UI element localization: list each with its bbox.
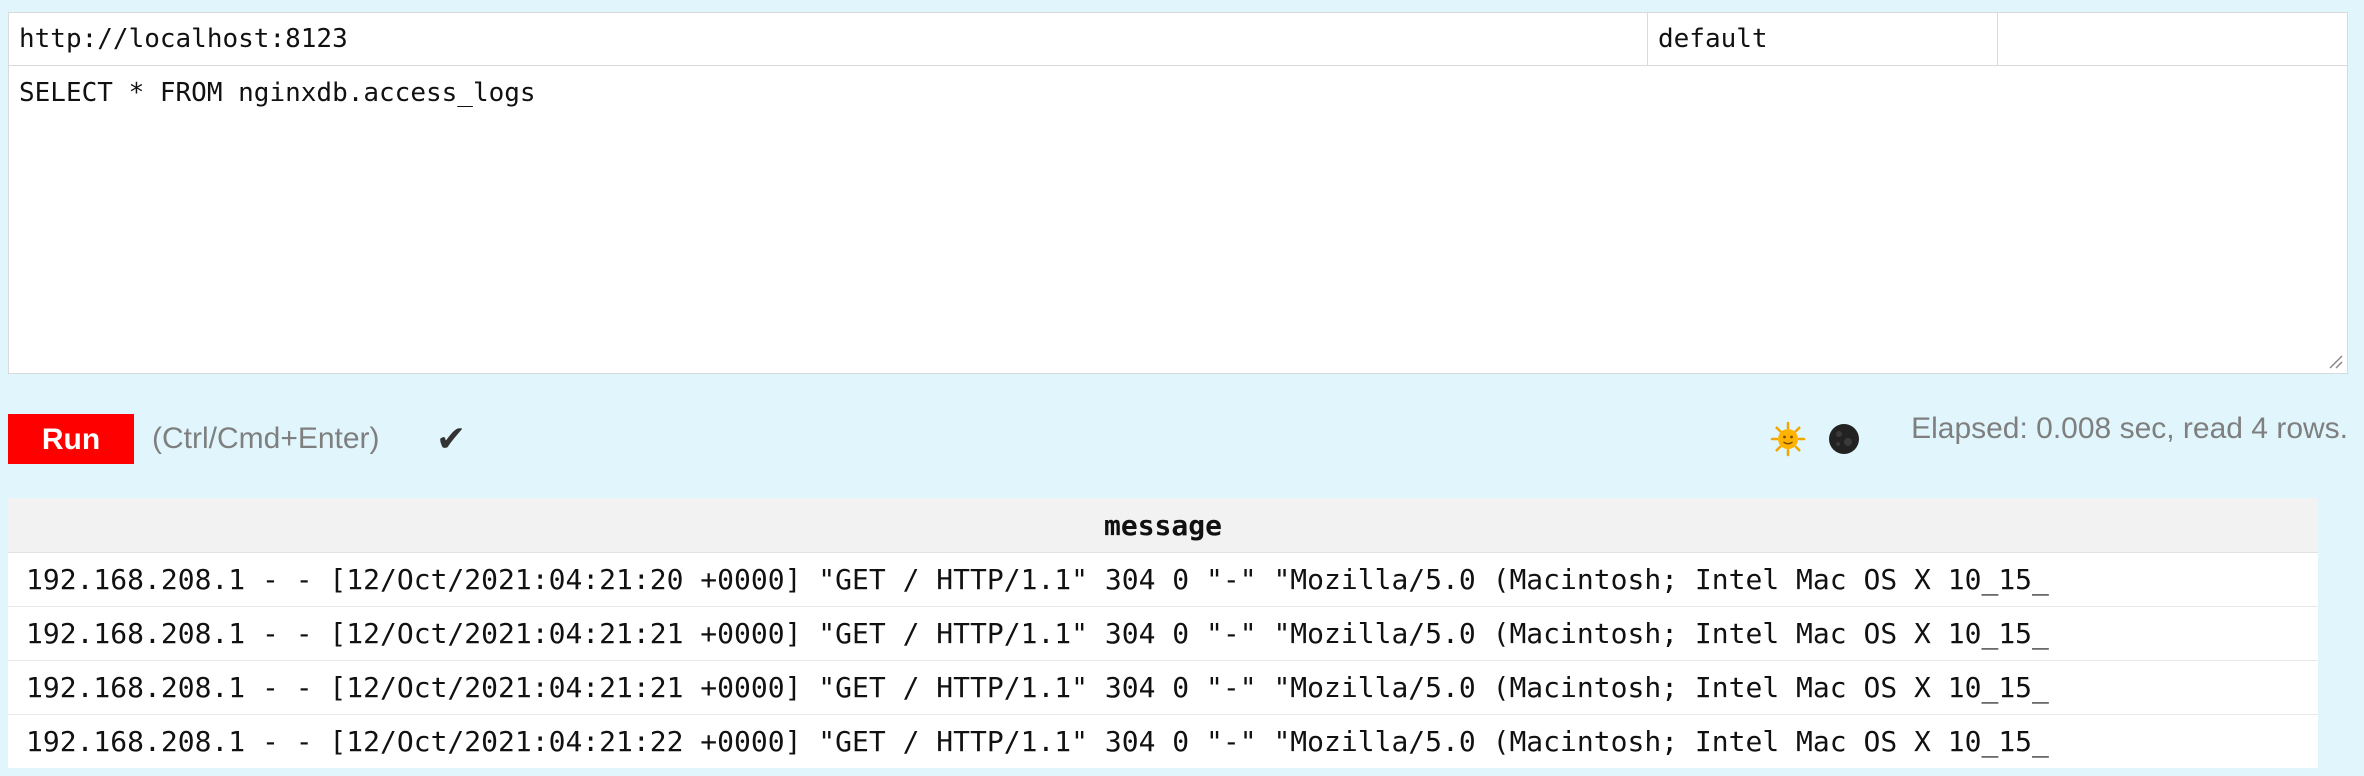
table-row: 192.168.208.1 - - [12/Oct/2021:04:21:21 … xyxy=(8,606,2318,661)
table-cell: 192.168.208.1 - - [12/Oct/2021:04:21:22 … xyxy=(8,714,2318,768)
url-input[interactable]: http://localhost:8123 xyxy=(8,12,1648,66)
table-cell: 192.168.208.1 - - [12/Oct/2021:04:21:21 … xyxy=(8,606,2318,661)
moon-icon[interactable] xyxy=(1826,421,1862,457)
resize-handle-icon[interactable] xyxy=(2327,353,2343,369)
query-text: SELECT * FROM nginxdb.access_logs xyxy=(19,78,536,108)
run-button[interactable]: Run xyxy=(8,414,134,464)
password-input[interactable] xyxy=(1998,12,2348,66)
column-header-message: message xyxy=(8,498,2318,553)
connection-bar: http://localhost:8123 default xyxy=(8,12,2348,66)
success-check-icon: ✔ xyxy=(436,418,467,459)
user-input[interactable]: default xyxy=(1648,12,1998,66)
run-toolbar: Run (Ctrl/Cmd+Enter) ✔ Elapsed: 0.008 se… xyxy=(8,412,2348,466)
table-cell: 192.168.208.1 - - [12/Oct/2021:04:21:20 … xyxy=(8,552,2318,607)
table-header-row: message xyxy=(8,498,2318,553)
table-row: 192.168.208.1 - - [12/Oct/2021:04:21:20 … xyxy=(8,552,2318,607)
sun-icon[interactable] xyxy=(1770,421,1806,457)
query-editor[interactable]: SELECT * FROM nginxdb.access_logs xyxy=(8,66,2348,374)
results-table: message 192.168.208.1 - - [12/Oct/2021:0… xyxy=(8,498,2318,768)
table-cell: 192.168.208.1 - - [12/Oct/2021:04:21:21 … xyxy=(8,660,2318,715)
shortcut-hint: (Ctrl/Cmd+Enter) xyxy=(152,422,380,455)
table-row: 192.168.208.1 - - [12/Oct/2021:04:21:22 … xyxy=(8,714,2318,768)
elapsed-status: Elapsed: 0.008 sec, read 4 rows. xyxy=(1911,412,2348,445)
table-row: 192.168.208.1 - - [12/Oct/2021:04:21:21 … xyxy=(8,660,2318,715)
results-table-container: message 192.168.208.1 - - [12/Oct/2021:0… xyxy=(8,498,2318,768)
